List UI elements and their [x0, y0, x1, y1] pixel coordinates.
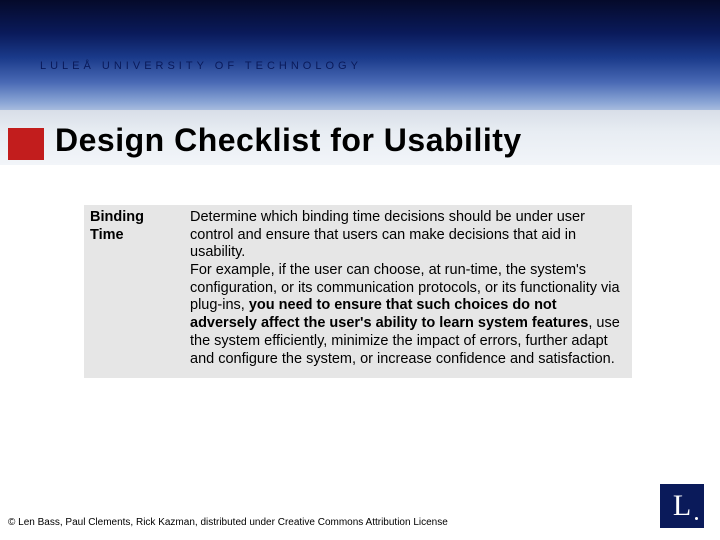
slide-title: Design Checklist for Usability [55, 122, 522, 159]
desc-bold: you need to ensure that such choices do … [190, 297, 588, 331]
table-row: Binding Time Determine which binding tim… [84, 205, 632, 378]
logo-dot [695, 517, 698, 520]
title-accent-block [8, 128, 44, 160]
logo-letter: L [673, 489, 691, 523]
checklist-table: Binding Time Determine which binding tim… [84, 205, 632, 378]
university-name: LULEÅ UNIVERSITY OF TECHNOLOGY [40, 60, 362, 72]
university-logo: L [660, 484, 704, 528]
desc-text-1: Determine which binding time decisions s… [190, 209, 585, 260]
row-description: Determine which binding time decisions s… [184, 205, 632, 378]
copyright-footer: © Len Bass, Paul Clements, Rick Kazman, … [8, 517, 448, 528]
row-label: Binding Time [84, 205, 184, 378]
